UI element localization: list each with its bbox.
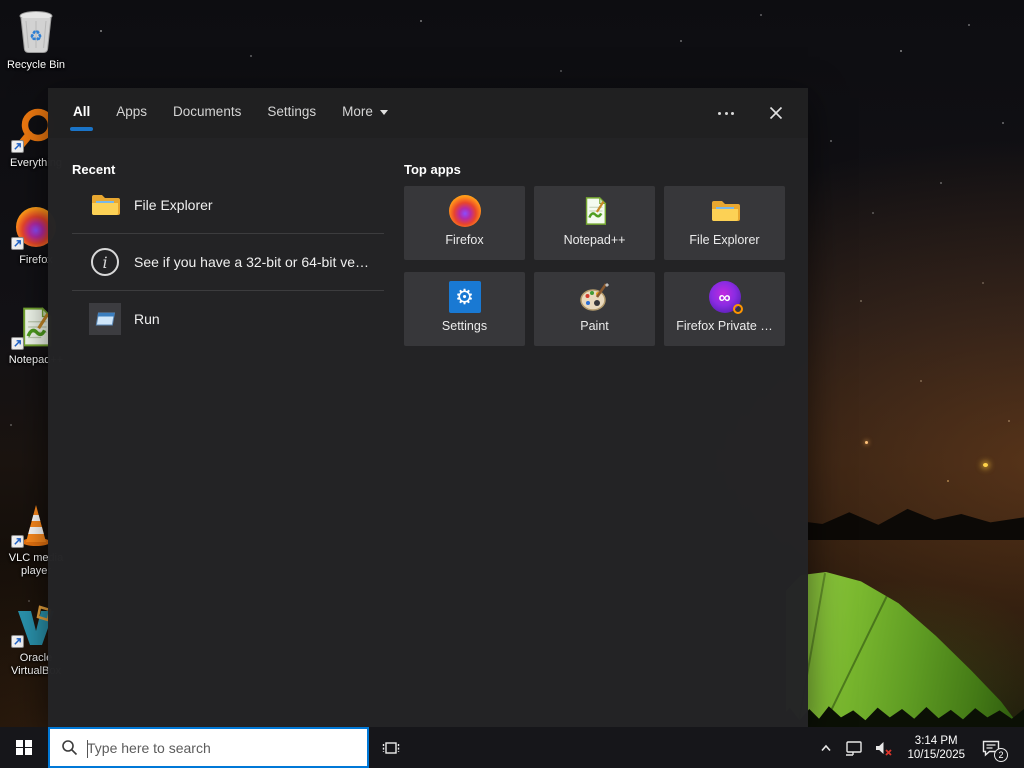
settings-gear-icon: ⚙ [448, 281, 481, 313]
top-apps-header: Top apps [404, 162, 461, 177]
tab-label: Apps [116, 104, 148, 119]
tab-label: All [73, 104, 91, 119]
taskbar: 3:14 PM 10/15/2025 2 [0, 727, 1024, 768]
tab-apps[interactable]: Apps [103, 88, 160, 138]
tab-label: Settings [267, 104, 317, 119]
recent-item-label: Run [134, 311, 160, 327]
divider [72, 290, 384, 291]
firefox-icon [448, 195, 481, 227]
green-tent [786, 572, 1021, 728]
top-app-label: File Explorer [689, 233, 760, 247]
paint-palette-icon [579, 281, 611, 313]
notification-badge: 2 [994, 747, 1008, 762]
top-apps-grid: Firefox Notepad++ File Explorer ⚙ Settin… [404, 186, 794, 346]
tab-settings[interactable]: Settings [254, 88, 329, 138]
desktop-icon-label: Recycle Bin [6, 59, 66, 71]
start-button[interactable] [0, 727, 48, 768]
clock-date: 10/15/2025 [907, 748, 965, 761]
recycle-bin-icon: ♻ [0, 8, 72, 56]
tab-more[interactable]: More [329, 88, 401, 138]
top-app-label: Notepad++ [563, 233, 626, 247]
desktop-icon-recycle-bin[interactable]: ♻ Recycle Bin [0, 8, 72, 72]
tab-all[interactable]: All [60, 88, 103, 138]
recent-item-file-explorer[interactable]: File Explorer [72, 182, 384, 228]
top-app-label: Firefox Private … [676, 319, 773, 333]
recent-item-label: See if you have a 32-bit or 64-bit ve… [134, 254, 370, 270]
recent-item-search-suggestion[interactable]: i See if you have a 32-bit or 64-bit ve… [72, 239, 384, 285]
screen: ♻ Recycle Bin Everything Firefox Notepad… [0, 0, 1024, 768]
tray-chevron-up-icon[interactable] [813, 740, 839, 756]
top-app-label: Settings [441, 319, 488, 333]
shortcut-arrow-icon [11, 237, 24, 250]
mountain-silhouette [800, 508, 1024, 540]
bright-star-2 [865, 441, 868, 444]
text-cursor [87, 740, 88, 758]
recent-item-label: File Explorer [134, 197, 213, 213]
recent-section: Recent File Explorer i See if you have a… [72, 162, 384, 342]
shortcut-arrow-icon [11, 535, 24, 548]
tab-label: Documents [173, 104, 242, 119]
top-app-settings[interactable]: ⚙ Settings [404, 272, 525, 346]
folder-icon [88, 189, 122, 221]
task-view-button[interactable] [369, 727, 413, 768]
taskbar-clock[interactable]: 3:14 PM 10/15/2025 [900, 734, 972, 762]
bright-star [983, 463, 988, 467]
chevron-down-icon [379, 109, 388, 115]
taskbar-search-box[interactable] [48, 727, 369, 768]
volume-muted-icon[interactable] [869, 739, 900, 757]
info-icon: i [88, 248, 122, 276]
top-app-paint[interactable]: Paint [534, 272, 655, 346]
top-app-firefox-private[interactable]: ∞ Firefox Private … [664, 272, 785, 346]
task-view-icon [382, 741, 400, 754]
shortcut-arrow-icon [11, 140, 24, 153]
search-input[interactable] [78, 739, 367, 756]
folder-icon [709, 195, 741, 227]
shortcut-arrow-icon [11, 337, 24, 350]
top-app-firefox[interactable]: Firefox [404, 186, 525, 260]
tab-documents[interactable]: Documents [160, 88, 254, 138]
action-center-button[interactable]: 2 [972, 738, 1008, 762]
divider [72, 233, 384, 234]
clock-time: 3:14 PM [914, 734, 958, 747]
stars [0, 0, 2, 2]
top-app-file-explorer[interactable]: File Explorer [664, 186, 785, 260]
more-options-icon[interactable] [710, 104, 742, 123]
shortcut-arrow-icon [11, 635, 24, 648]
firefox-private-mask-icon: ∞ [708, 281, 743, 314]
svg-text:♻: ♻ [29, 27, 42, 45]
notepad-plus-plus-icon [580, 195, 610, 227]
top-app-label: Firefox [445, 233, 484, 247]
search-panel: All Apps Documents Settings More Recent … [48, 88, 808, 727]
run-icon [88, 303, 122, 335]
close-icon[interactable] [760, 97, 792, 129]
top-app-label: Paint [580, 319, 609, 333]
top-app-notepad-plus-plus[interactable]: Notepad++ [534, 186, 655, 260]
tab-label: More [342, 104, 373, 119]
tent-seam [828, 579, 896, 715]
recent-item-run[interactable]: Run [72, 296, 384, 342]
search-filter-tabs: All Apps Documents Settings More [48, 88, 808, 138]
top-apps-section: Top apps Firefox Notepad++ File Explorer… [404, 162, 794, 346]
search-icon [61, 739, 78, 756]
system-tray: 3:14 PM 10/15/2025 2 [813, 727, 1024, 768]
recent-header: Recent [72, 162, 116, 177]
windows-logo-icon [16, 739, 32, 756]
network-icon[interactable] [839, 739, 869, 757]
